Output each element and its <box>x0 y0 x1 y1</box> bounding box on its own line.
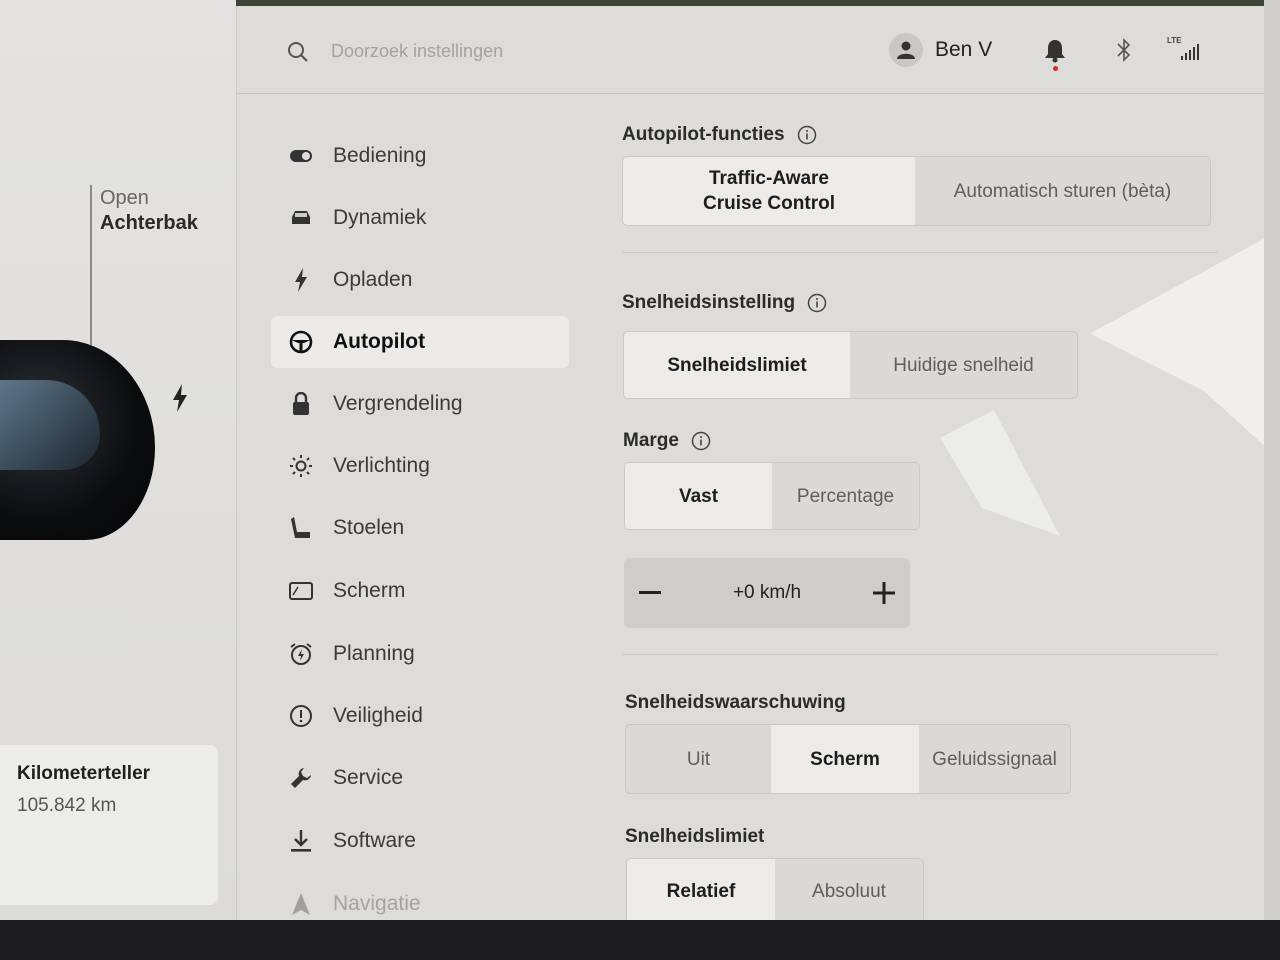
autopilot-functions-selector: Traffic-Aware Cruise Control Automatisch … <box>622 156 1211 226</box>
taskbar <box>0 920 1280 960</box>
search-icon <box>288 42 308 62</box>
user-profile-button[interactable]: Ben V <box>889 32 992 68</box>
speed-warning-option[interactable]: Geluidssignaal <box>919 725 1070 793</box>
settings-window: Ben V LTE Bediening Dynamiek Opladen Autopi… <box>236 6 1265 924</box>
settings-topbar: Ben V LTE <box>237 6 1265 94</box>
trunk-label-line1: Open <box>100 187 149 209</box>
margin-option[interactable]: Vast <box>625 463 772 529</box>
screen-edge <box>1264 0 1280 920</box>
avatar <box>889 33 923 67</box>
plus-icon <box>873 582 895 604</box>
charge-port-icon[interactable] <box>170 384 190 412</box>
wrench-icon <box>289 766 313 790</box>
section-title-text: Snelheidsinstelling <box>622 292 796 313</box>
sidebar-item-label: Verlichting <box>333 454 430 477</box>
sidebar-item-service[interactable]: Service <box>271 752 569 804</box>
sidebar-item-bediening[interactable]: Bediening <box>271 130 569 182</box>
sidebar-item-veiligheid[interactable]: Veiligheid <box>271 690 569 742</box>
section-divider <box>622 252 1218 253</box>
sidebar-item-scherm[interactable]: Scherm <box>271 565 569 617</box>
sidebar-item-label: Stoelen <box>333 516 405 539</box>
speed-warning-option[interactable]: Scherm <box>771 725 919 793</box>
sidebar-item-opladen[interactable]: Opladen <box>271 254 569 306</box>
trunk-label-line2: Achterbak <box>100 212 198 234</box>
sidebar-item-label: Opladen <box>333 268 413 291</box>
speed-setting-option[interactable]: Snelheidslimiet <box>624 332 850 398</box>
autopilot-functions-option[interactable]: Traffic-Aware Cruise Control <box>623 157 915 225</box>
person-icon <box>897 41 915 59</box>
speed-warning-title: Snelheidswaarschuwing <box>625 692 846 714</box>
sidebar-item-software[interactable]: Software <box>271 815 569 867</box>
info-icon[interactable] <box>807 293 827 313</box>
toggle-icon <box>289 144 313 168</box>
sidebar-item-label: Bediening <box>333 144 427 167</box>
autopilot-functions-option[interactable]: Automatisch sturen (bèta) <box>915 157 1210 225</box>
sidebar-item-label: Dynamiek <box>333 206 427 229</box>
open-trunk-button[interactable]: Open Achterbak <box>100 186 198 236</box>
cellular-signal: LTE <box>1167 36 1207 62</box>
speed-setting-title: Snelheidsinstelling <box>622 292 827 314</box>
notification-dot <box>1053 66 1058 71</box>
margin-selector: Vast Percentage <box>624 462 920 530</box>
speed-setting-selector: Snelheidslimiet Huidige snelheid <box>623 331 1078 399</box>
car-icon <box>289 206 313 230</box>
odometer-title: Kilometerteller <box>17 763 151 784</box>
sidebar-item-label: Planning <box>333 642 415 665</box>
sidebar-item-label: Scherm <box>333 579 406 602</box>
margin-option[interactable]: Percentage <box>772 463 919 529</box>
sidebar-item-vergrendeling[interactable]: Vergrendeling <box>271 378 569 430</box>
speed-limit-selector: Relatief Absoluut <box>626 858 924 924</box>
odometer-value: 105.842 km <box>17 795 117 816</box>
alert-circle-icon <box>289 704 313 728</box>
navigation-icon <box>289 892 313 916</box>
steering-wheel-icon <box>289 330 313 354</box>
trunk-indicator-line <box>90 185 92 345</box>
seat-icon <box>289 516 313 540</box>
sidebar-item-verlichting[interactable]: Verlichting <box>271 440 569 492</box>
sidebar-item-label: Service <box>333 766 404 789</box>
lock-icon <box>289 392 313 416</box>
sidebar-item-label: Vergrendeling <box>333 392 463 415</box>
margin-title: Marge <box>623 430 711 452</box>
user-name: Ben V <box>935 38 993 61</box>
section-title-text: Autopilot-functies <box>622 124 785 145</box>
signal-bars-icon <box>1181 44 1199 60</box>
minus-icon <box>639 591 661 594</box>
decrease-button[interactable] <box>624 558 676 628</box>
settings-search-input[interactable] <box>331 36 751 66</box>
sidebar-item-planning[interactable]: Planning <box>271 628 569 680</box>
bluetooth-icon[interactable] <box>1115 38 1133 62</box>
speed-warning-selector: Uit Scherm Geluidssignaal <box>625 724 1071 794</box>
bolt-icon <box>289 268 313 292</box>
sidebar-item-label: Navigatie <box>333 892 421 915</box>
sidebar-item-autopilot[interactable]: Autopilot <box>271 316 569 368</box>
sidebar-item-label: Software <box>333 829 416 852</box>
speed-limit-title: Snelheidslimiet <box>625 826 764 848</box>
increase-button[interactable] <box>858 558 910 628</box>
car-panel: Open Achterbak Kilometerteller 105.842 k… <box>0 0 236 920</box>
speed-setting-option[interactable]: Huidige snelheid <box>850 332 1077 398</box>
display-icon <box>289 579 313 603</box>
autopilot-functions-title: Autopilot-functies <box>622 124 817 146</box>
info-icon[interactable] <box>691 431 711 451</box>
section-divider <box>622 654 1218 655</box>
margin-stepper: +0 km/h <box>624 558 910 628</box>
speed-limit-option[interactable]: Relatief <box>627 859 775 924</box>
sidebar-item-stoelen[interactable]: Stoelen <box>271 502 569 554</box>
section-title-text: Snelheidslimiet <box>625 826 765 847</box>
section-title-text: Marge <box>623 430 679 451</box>
odometer-card: Kilometerteller 105.842 km <box>0 745 218 905</box>
speed-limit-option[interactable]: Absoluut <box>775 859 923 924</box>
light-icon <box>289 454 313 478</box>
sidebar-item-dynamiek[interactable]: Dynamiek <box>271 192 569 244</box>
section-title-text: Snelheidswaarschuwing <box>625 692 846 713</box>
download-icon <box>289 829 313 853</box>
info-icon[interactable] <box>797 125 817 145</box>
sidebar-item-label: Autopilot <box>333 330 426 353</box>
notification-bell-icon[interactable] <box>1043 38 1067 64</box>
alarm-clock-icon <box>289 642 313 666</box>
sidebar-item-label: Veiligheid <box>333 704 423 727</box>
speed-warning-option[interactable]: Uit <box>626 725 771 793</box>
margin-value: +0 km/h <box>732 582 802 603</box>
